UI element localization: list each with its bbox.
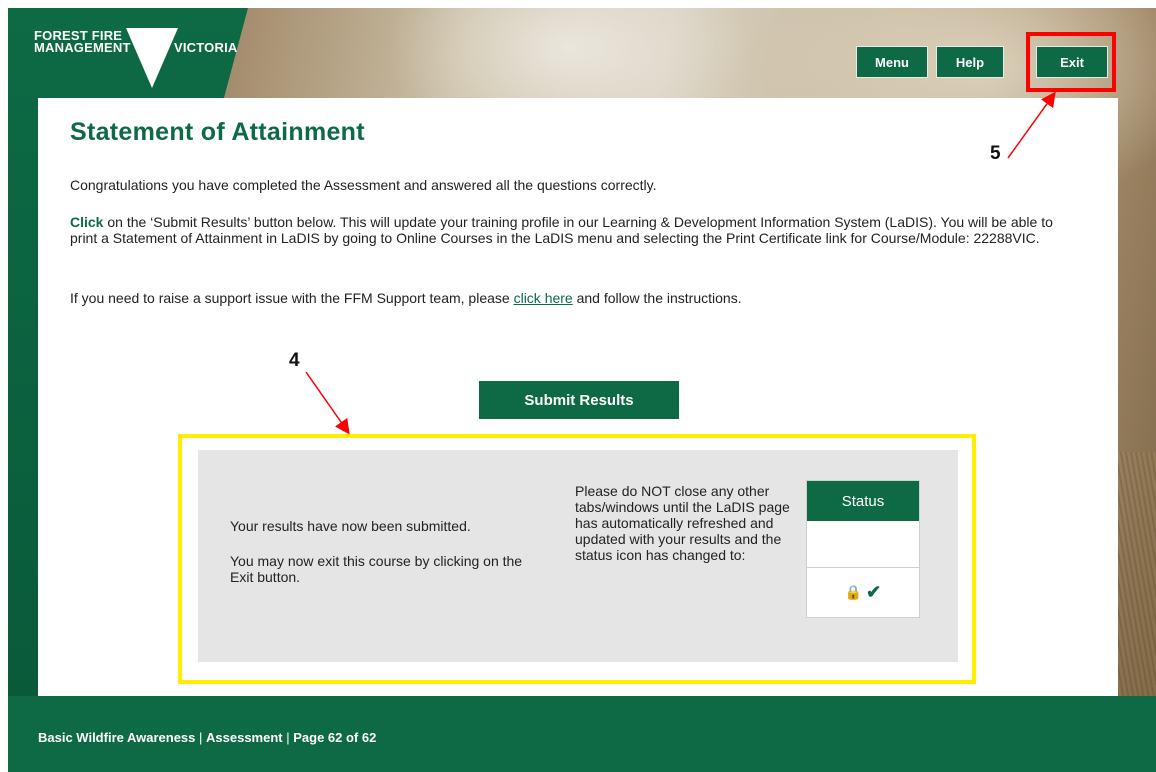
footer-bar: Basic Wildfire Awareness | Assessment | … xyxy=(8,696,1156,772)
support-text-after: and follow the instructions. xyxy=(572,290,742,306)
submit-instructions: Click on the ‘Submit Results’ button bel… xyxy=(70,214,1080,246)
footer-separator-2: | xyxy=(282,730,294,745)
footer-breadcrumb: Basic Wildfire Awareness | Assessment | … xyxy=(38,730,376,745)
exit-message: You may now exit this course by clicking… xyxy=(230,553,523,585)
logo-line3: VICTORIA xyxy=(174,40,238,55)
content-panel: Statement of Attainment 5 Congratulation… xyxy=(38,98,1118,696)
help-button[interactable]: Help xyxy=(936,46,1004,78)
footer-course: Basic Wildfire Awareness xyxy=(38,730,196,745)
annotation-4: 4 xyxy=(289,350,300,371)
logo-triangle xyxy=(126,28,178,88)
footer-separator-1: | xyxy=(195,730,207,745)
do-not-close-warning: Please do NOT close any other tabs/windo… xyxy=(575,483,790,563)
page-title: Statement of Attainment xyxy=(70,118,365,146)
support-text-before: If you need to raise a support issue wit… xyxy=(70,290,514,306)
status-icon-cell: 🔒 ✔ xyxy=(807,567,919,616)
status-card: Status 🔒 ✔ xyxy=(806,480,920,618)
footer-page: Page 62 of 62 xyxy=(293,730,377,745)
submitted-message: Your results have now been submitted. xyxy=(230,518,471,534)
lock-icon: 🔒 xyxy=(844,583,863,600)
support-link[interactable]: click here xyxy=(514,290,573,306)
footer-section: Assessment xyxy=(206,730,283,745)
congratulations-text: Congratulations you have completed the A… xyxy=(70,177,657,193)
check-icon: ✔ xyxy=(866,581,882,602)
ffm-victoria-logo: FOREST FIRE MANAGEMENT VICTORIA xyxy=(34,28,237,88)
exit-button[interactable]: Exit xyxy=(1036,46,1108,78)
annotation-5: 5 xyxy=(990,143,1001,164)
status-header: Status xyxy=(807,481,919,521)
submission-result-box: Your results have now been submitted. Yo… xyxy=(198,450,958,662)
click-keyword: Click xyxy=(70,214,104,230)
support-text: If you need to raise a support issue wit… xyxy=(70,290,1080,306)
submit-instructions-body: on the ‘Submit Results’ button below. Th… xyxy=(70,214,1053,246)
submit-results-button[interactable]: Submit Results xyxy=(479,381,679,419)
menu-button[interactable]: Menu xyxy=(856,46,928,78)
page-background: FOREST FIRE MANAGEMENT VICTORIA Menu Hel… xyxy=(8,8,1156,772)
logo-line2: MANAGEMENT xyxy=(34,40,131,55)
